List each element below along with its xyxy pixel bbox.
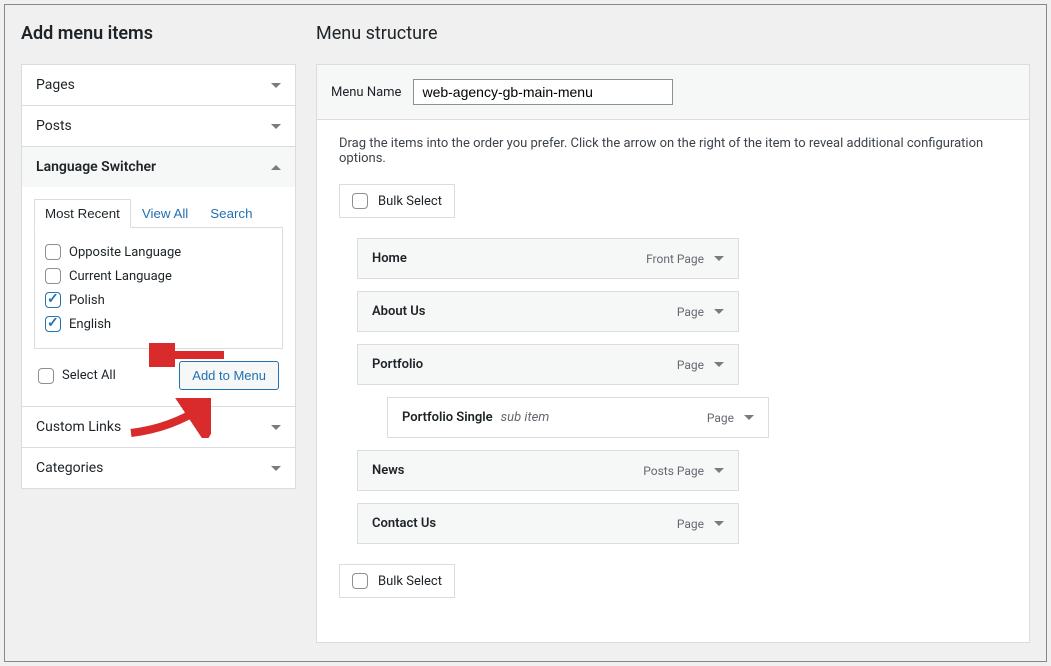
add-to-menu-button[interactable]: Add to Menu	[179, 361, 279, 390]
checkbox-label: Opposite Language	[69, 245, 181, 260]
menu-item-title: Portfolio	[372, 357, 423, 372]
checkbox-input[interactable]	[38, 368, 54, 384]
chevron-down-icon[interactable]	[714, 362, 724, 367]
menu-item-subtext: sub item	[501, 410, 550, 425]
checkbox-input[interactable]	[45, 292, 61, 308]
menu-structure-heading: Menu structure	[316, 23, 1030, 44]
menu-item-type: Posts Page	[643, 464, 704, 478]
menu-item-type: Page	[677, 358, 704, 372]
chevron-down-icon	[271, 124, 281, 129]
menu-item-type: Front Page	[646, 252, 704, 266]
section-custom-links[interactable]: Custom Links	[22, 407, 295, 447]
menu-item-title: Contact Us	[372, 516, 436, 531]
chevron-down-icon[interactable]	[714, 309, 724, 314]
section-posts[interactable]: Posts	[22, 106, 295, 146]
chevron-down-icon	[271, 83, 281, 88]
bulk-select-label: Bulk Select	[378, 194, 442, 209]
menu-items-list: HomeFront PageAbout UsPagePortfolioPageP…	[339, 238, 1007, 544]
menu-name-input[interactable]	[413, 79, 673, 105]
checkbox-label: Current Language	[69, 269, 172, 284]
checkbox-input[interactable]	[45, 268, 61, 284]
chevron-up-icon	[271, 165, 281, 170]
section-language-switcher[interactable]: Language Switcher	[22, 147, 295, 187]
checkbox-english[interactable]: English	[45, 312, 272, 336]
section-categories-label: Categories	[36, 460, 103, 476]
menu-item-type: Page	[707, 411, 734, 425]
chevron-down-icon	[271, 425, 281, 430]
menu-item[interactable]: Contact Us Page	[357, 503, 739, 544]
menu-name-label: Menu Name	[331, 85, 401, 100]
checkbox-opposite-language[interactable]: Opposite Language	[45, 240, 272, 264]
accordion: Pages Posts Language Switcher Most Recen	[21, 64, 296, 489]
menu-item-title: About Us	[372, 304, 425, 319]
checkbox-input[interactable]	[45, 316, 61, 332]
section-language-label: Language Switcher	[36, 159, 156, 175]
menu-settings-panel: Menu Name Drag the items into the order …	[316, 64, 1030, 643]
bulk-select-top[interactable]: Bulk Select	[339, 184, 455, 218]
bulk-select-label: Bulk Select	[378, 574, 442, 589]
bulk-select-bottom[interactable]: Bulk Select	[339, 564, 455, 598]
menu-item[interactable]: About Us Page	[357, 291, 739, 332]
menu-item[interactable]: Portfolio Single sub item Page	[387, 397, 769, 438]
chevron-down-icon[interactable]	[744, 415, 754, 420]
instructions-text: Drag the items into the order you prefer…	[339, 136, 1007, 166]
checkbox-input[interactable]	[352, 193, 368, 209]
chevron-down-icon	[271, 466, 281, 471]
tab-search[interactable]: Search	[199, 199, 263, 228]
chevron-down-icon[interactable]	[714, 521, 724, 526]
tab-most-recent[interactable]: Most Recent	[34, 199, 131, 228]
section-custom-label: Custom Links	[36, 419, 121, 435]
checkbox-polish[interactable]: Polish	[45, 288, 272, 312]
chevron-down-icon[interactable]	[714, 468, 724, 473]
section-posts-label: Posts	[36, 118, 72, 134]
checkbox-label: English	[69, 317, 111, 332]
checkbox-label: Select All	[62, 368, 116, 383]
checkbox-label: Polish	[69, 293, 105, 308]
checkbox-select-all[interactable]: Select All	[38, 364, 116, 388]
add-items-heading: Add menu items	[21, 23, 296, 44]
menu-item-type: Page	[677, 517, 704, 531]
section-categories[interactable]: Categories	[22, 448, 295, 488]
tab-view-all[interactable]: View All	[131, 199, 199, 228]
checkbox-current-language[interactable]: Current Language	[45, 264, 272, 288]
menu-item-type: Page	[677, 305, 704, 319]
chevron-down-icon[interactable]	[714, 256, 724, 261]
menu-item[interactable]: Home Front Page	[357, 238, 739, 279]
menu-item-title: Portfolio Single	[402, 410, 493, 425]
menu-item-title: News	[372, 463, 404, 478]
section-pages[interactable]: Pages	[22, 65, 295, 105]
menu-item-title: Home	[372, 251, 407, 266]
menu-item[interactable]: Portfolio Page	[357, 344, 739, 385]
menu-item[interactable]: News Posts Page	[357, 450, 739, 491]
checkbox-input[interactable]	[45, 244, 61, 260]
section-pages-label: Pages	[36, 77, 75, 93]
